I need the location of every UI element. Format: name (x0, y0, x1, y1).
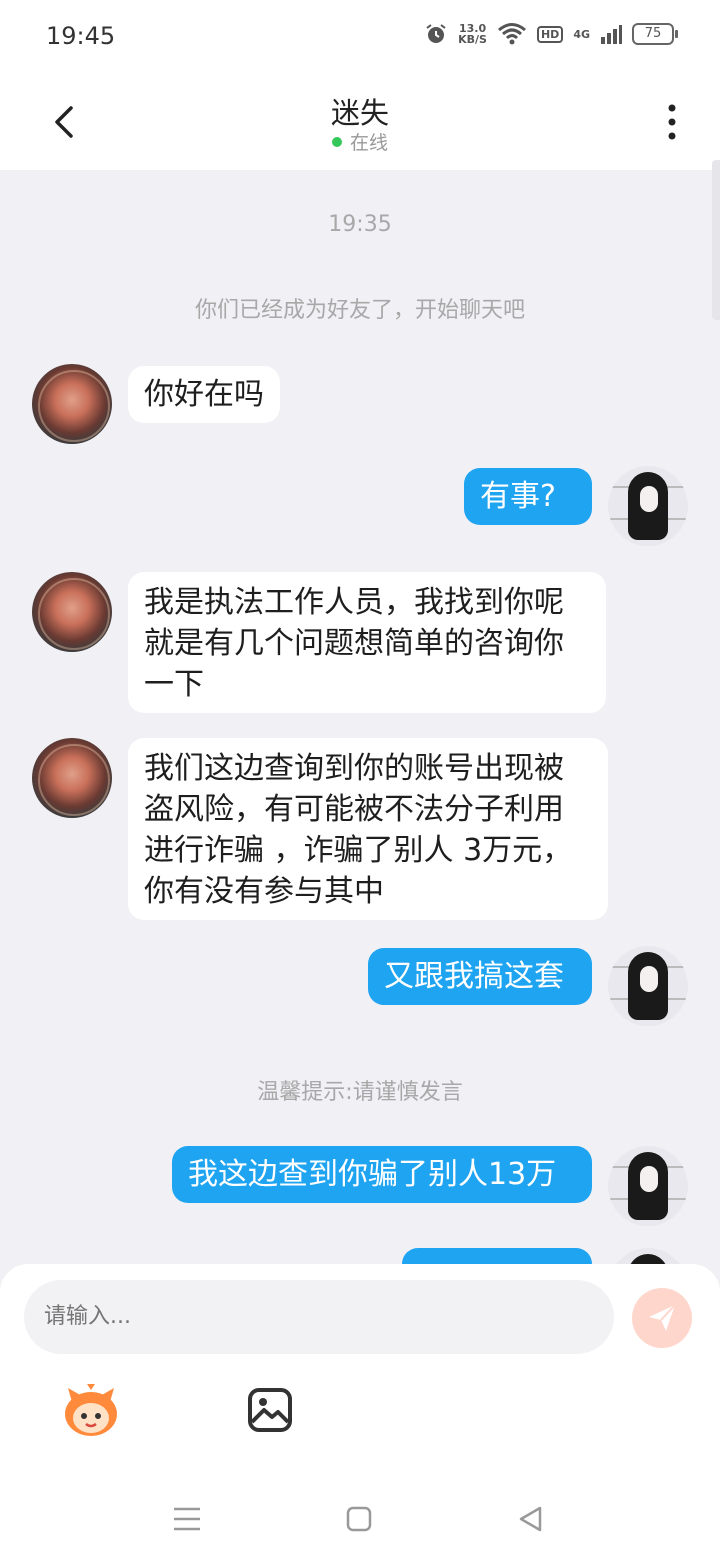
network-speed: 13.0 KB/S (458, 23, 487, 45)
contact-avatar[interactable] (32, 364, 112, 444)
triangle-back-icon (519, 1506, 542, 1532)
online-dot (331, 137, 342, 147)
network-type: 4G (573, 27, 590, 41)
user-avatar[interactable] (608, 1146, 688, 1226)
message-bubble-outgoing[interactable]: 又跟我搞这套 (368, 948, 592, 1005)
home-button[interactable] (346, 1506, 372, 1532)
system-message-tip: 温馨提示:请谨慎发言 (257, 1080, 463, 1105)
wifi-icon (498, 23, 526, 45)
message-bubble-incoming[interactable]: 我们这边查询到你的账号出现被盗风险，有可能被不法分子利用进行诈骗 ，诈骗了别人 … (128, 738, 608, 920)
user-avatar[interactable] (608, 466, 688, 546)
status-time: 19:45 (46, 22, 116, 50)
contact-name: 迷失 (330, 96, 389, 130)
contact-avatar[interactable] (32, 738, 112, 818)
recent-apps-button[interactable] (170, 1506, 204, 1532)
send-icon (649, 1304, 676, 1331)
chat-header: 迷失 在线 (0, 74, 720, 170)
message-bubble-outgoing-partial[interactable] (402, 1248, 592, 1264)
message-bubble-outgoing[interactable]: 有事? (464, 468, 592, 525)
message-bubble-incoming[interactable]: 你好在吗 (128, 366, 280, 423)
message-input[interactable] (24, 1280, 614, 1354)
battery-indicator: 75 (632, 23, 678, 45)
send-button[interactable] (632, 1288, 692, 1348)
image-icon (248, 1388, 292, 1432)
more-options-button[interactable] (652, 98, 692, 146)
system-back-button[interactable] (516, 1504, 546, 1534)
system-message-friend: 你们已经成为好友了，开始聊天吧 (194, 298, 525, 323)
online-status: 在线 (0, 128, 720, 155)
user-avatar[interactable] (608, 946, 688, 1026)
system-navigation-bar (0, 1470, 720, 1560)
alarm-icon (426, 24, 446, 43)
more-vertical-icon (668, 104, 676, 140)
hd-badge: HD (536, 25, 564, 43)
status-icons: 13.0 KB/S HD 4G 75 (424, 22, 678, 46)
message-bubble-outgoing[interactable]: 我这边查到你骗了别人13万 (172, 1146, 592, 1203)
menu-icon (174, 1507, 200, 1531)
message-bubble-incoming[interactable]: 我是执法工作人员，我找到你呢就是有几个问题想简单的咨询你一下 (128, 572, 606, 713)
chat-area[interactable]: 19:35 你们已经成为好友了，开始聊天吧 你好在吗 有事? 我是执法工作人员，… (0, 170, 720, 1264)
contact-avatar[interactable] (32, 572, 112, 652)
signal-icon (601, 25, 622, 44)
emoji-button[interactable] (60, 1380, 122, 1442)
online-status-label: 在线 (349, 132, 388, 154)
network-speed-unit: KB/S (458, 33, 487, 46)
status-bar: 19:45 13.0 KB/S HD 4G 75 (0, 0, 720, 74)
message-timestamp: 19:35 (328, 212, 392, 237)
emoji-icon (65, 1384, 117, 1436)
image-button[interactable] (246, 1386, 294, 1434)
home-square-icon (346, 1506, 372, 1532)
user-avatar[interactable] (608, 1248, 688, 1264)
